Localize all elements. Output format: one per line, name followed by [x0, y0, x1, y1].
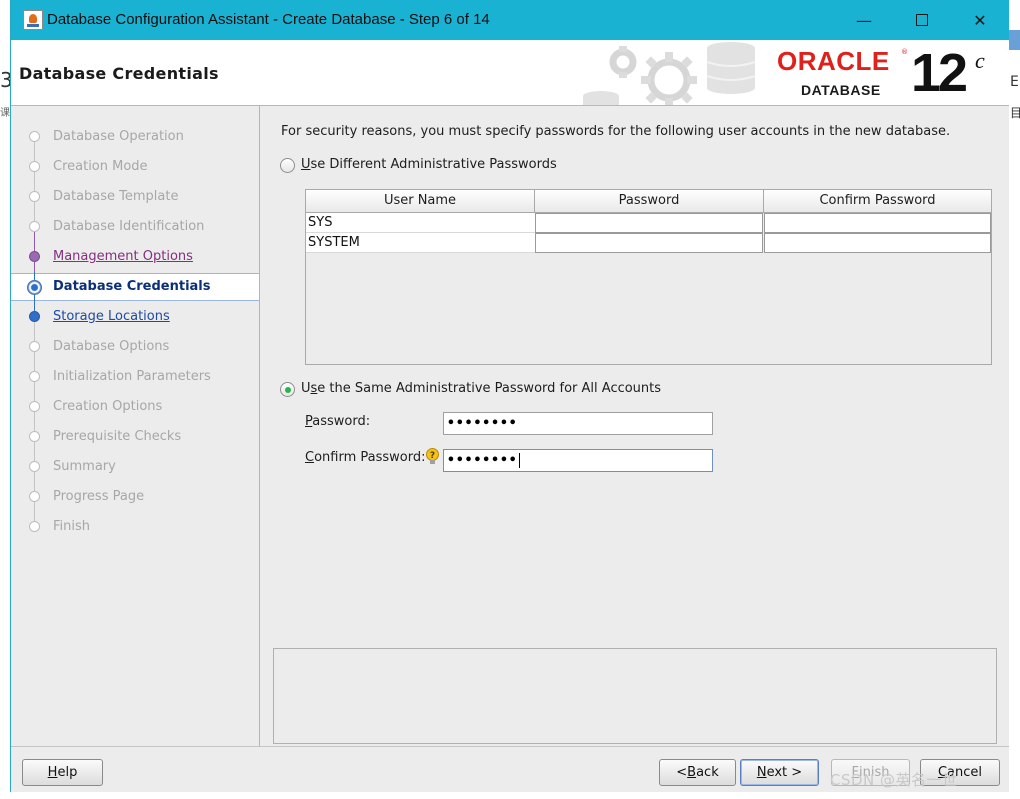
confirm-password-input[interactable]: •••••••• [443, 449, 713, 472]
step-node-icon [29, 341, 40, 352]
step-label: Initialization Parameters [53, 369, 211, 384]
sys-confirm-password-cell[interactable] [764, 213, 991, 233]
step-label: Creation Mode [53, 159, 148, 174]
password-input[interactable]: •••••••• [443, 412, 713, 435]
svg-text:?: ? [430, 451, 435, 461]
step-creation-mode: Creation Mode [11, 150, 259, 184]
step-label: Database Template [53, 189, 179, 204]
step-node-icon [29, 161, 40, 172]
desktop-fragment-glyph: 课 [0, 108, 10, 119]
version-suffix: c [975, 48, 985, 73]
step-node-icon [29, 521, 40, 532]
table-cell-user: SYS [306, 213, 535, 233]
step-node-icon [29, 221, 40, 232]
registered-mark: ® [901, 48, 908, 56]
step-node-icon [29, 191, 40, 202]
oracle-database-label: DATABASE [801, 82, 881, 98]
minimize-button[interactable]: — [835, 0, 893, 40]
page-banner: Database Credentials ORACLE ® DATABASE 1… [11, 40, 1009, 106]
step-label: Database Options [53, 339, 170, 354]
step-label: Database Identification [53, 219, 205, 234]
java-app-icon [23, 10, 43, 30]
step-node-icon [29, 431, 40, 442]
next-button[interactable]: Next > [740, 759, 819, 786]
confirm-password-label: Confirm Password: [305, 450, 426, 465]
step-label: Database Operation [53, 129, 184, 144]
use-same-password-radio[interactable] [280, 382, 295, 397]
version-number: 12 [911, 43, 968, 103]
step-creation-options: Creation Options [11, 390, 259, 424]
desktop-fragment-glyph: 目 [1010, 106, 1020, 120]
maximize-button[interactable] [893, 0, 951, 40]
page-title: Database Credentials [19, 64, 219, 83]
desktop-left-edge: 3 课 [0, 0, 13, 799]
window-title: Database Configuration Assistant - Creat… [47, 11, 490, 28]
use-different-passwords-radio[interactable] [280, 158, 295, 173]
step-summary: Summary [11, 450, 259, 484]
system-password-cell[interactable] [535, 233, 763, 253]
password-label: Password: [305, 414, 371, 429]
wizard-steps-panel: Database Operation Creation Mode Databas… [11, 106, 260, 746]
user-passwords-table: User Name Password Confirm Password SYS … [305, 189, 992, 365]
credentials-panel: For security reasons, you must specify p… [261, 106, 1009, 746]
back-button[interactable]: < Back [659, 759, 736, 786]
desktop-fragment-glyph: E [1010, 74, 1019, 90]
use-different-passwords-label[interactable]: Use Different Administrative Passwords [301, 157, 557, 172]
maximize-icon [916, 14, 928, 26]
desktop-fragment-block [1008, 30, 1020, 50]
step-node-icon [29, 401, 40, 412]
gears-decoration-icon [583, 42, 756, 105]
step-database-credentials[interactable]: Database Credentials [11, 272, 259, 304]
column-header-password[interactable]: Password [535, 190, 764, 213]
column-header-user-name[interactable]: User Name [306, 190, 535, 213]
step-node-icon [29, 311, 40, 322]
table-cell-user: SYSTEM [306, 233, 535, 253]
close-button[interactable]: ✕ [951, 0, 1009, 40]
step-label: Summary [53, 459, 116, 474]
messages-area [273, 648, 997, 744]
step-database-options: Database Options [11, 330, 259, 364]
step-database-template: Database Template [11, 180, 259, 214]
step-label[interactable]: Management Options [53, 249, 193, 264]
step-progress-page: Progress Page [11, 480, 259, 514]
step-node-icon [29, 461, 40, 472]
step-storage-locations[interactable]: Storage Locations [11, 300, 259, 334]
step-finish: Finish [11, 510, 259, 540]
security-intro-text: For security reasons, you must specify p… [281, 124, 951, 139]
title-bar[interactable]: Database Configuration Assistant - Creat… [11, 0, 1009, 40]
step-node-icon [29, 131, 40, 142]
system-confirm-password-cell[interactable] [764, 233, 991, 253]
step-database-operation: Database Operation [11, 124, 259, 154]
step-label: Creation Options [53, 399, 163, 414]
step-label: Finish [53, 519, 91, 534]
step-node-icon [29, 251, 40, 262]
step-initialization-parameters: Initialization Parameters [11, 360, 259, 394]
step-label: Database Credentials [53, 279, 211, 294]
column-header-confirm-password[interactable]: Confirm Password [764, 190, 992, 213]
step-label[interactable]: Storage Locations [53, 309, 170, 324]
sys-password-cell[interactable] [535, 213, 763, 233]
help-button[interactable]: Help [22, 759, 103, 786]
step-node-icon [29, 491, 40, 502]
step-label: Prerequisite Checks [53, 429, 182, 444]
text-caret [518, 453, 520, 468]
step-label: Progress Page [53, 489, 145, 504]
dbca-window: Database Configuration Assistant - Creat… [10, 0, 1009, 792]
step-management-options[interactable]: Management Options [11, 240, 259, 274]
csdn-watermark: CSDN @英名一世 [830, 771, 958, 789]
oracle-wordmark: ORACLE [777, 46, 890, 76]
use-same-password-label[interactable]: Use the Same Administrative Password for… [301, 381, 661, 396]
oracle-logo: ORACLE ® DATABASE [775, 46, 908, 100]
current-step-icon [27, 280, 42, 295]
step-node-icon [29, 371, 40, 382]
desktop-right-edge: E 目 [1008, 0, 1020, 799]
hint-lightbulb-icon[interactable]: ? [425, 448, 440, 465]
step-prerequisite-checks: Prerequisite Checks [11, 420, 259, 454]
step-database-identification: Database Identification [11, 210, 259, 244]
